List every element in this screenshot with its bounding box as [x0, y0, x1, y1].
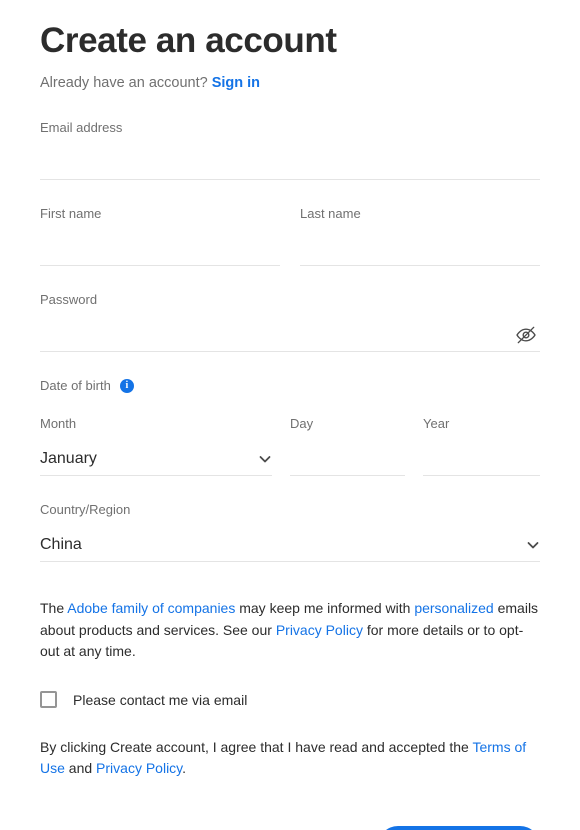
- marketing-text-part1: The: [40, 600, 68, 616]
- form-actions: Create account: [40, 794, 540, 830]
- country-value: China: [40, 536, 82, 553]
- terms-text-part1: By clicking Create account, I agree that…: [40, 738, 473, 755]
- terms-acceptance-text: By clicking Create account, I agree that…: [40, 723, 540, 780]
- contact-email-checkbox-label: Please contact me via email: [73, 691, 248, 708]
- first-name-input[interactable]: [40, 228, 280, 266]
- day-input[interactable]: [290, 438, 405, 476]
- privacy-policy-link-terms[interactable]: Privacy Policy: [96, 760, 182, 776]
- contact-email-checkbox[interactable]: [40, 691, 57, 708]
- chevron-down-icon[interactable]: [526, 538, 540, 552]
- year-input[interactable]: [423, 438, 540, 476]
- signup-form-container: Create an account Already have an accoun…: [40, 0, 540, 830]
- adobe-family-link[interactable]: Adobe family of companies: [67, 600, 235, 616]
- signin-prompt: Already have an account? Sign in: [40, 64, 540, 92]
- month-label: Month: [40, 416, 77, 431]
- first-name-label: First name: [40, 206, 102, 221]
- date-of-birth-label: Date of birth: [40, 378, 111, 393]
- create-account-button[interactable]: Create account: [378, 825, 540, 830]
- year-label: Year: [423, 416, 450, 431]
- personalized-link[interactable]: personalized: [414, 600, 493, 616]
- first-name-field-group: First name: [40, 206, 280, 266]
- email-input[interactable]: [40, 142, 540, 180]
- sign-in-link[interactable]: Sign in: [212, 75, 260, 91]
- terms-text-part3: .: [182, 760, 187, 776]
- country-field-group: Country/Region China: [40, 476, 540, 562]
- eye-slash-icon[interactable]: [514, 323, 538, 347]
- month-field-group: Month January: [40, 416, 272, 476]
- signin-prompt-text: Already have an account?: [40, 75, 208, 91]
- last-name-field-group: Last name: [300, 206, 540, 266]
- date-of-birth-header: Date of birth i: [40, 352, 540, 394]
- email-label: Email address: [40, 120, 123, 135]
- marketing-text-part2: may keep me informed with: [235, 600, 415, 616]
- country-label: Country/Region: [40, 502, 131, 517]
- chevron-down-icon[interactable]: [258, 452, 272, 466]
- marketing-consent-text: The Adobe family of companies may keep m…: [40, 576, 540, 663]
- password-field-group: Password: [40, 266, 540, 352]
- last-name-input[interactable]: [300, 228, 540, 266]
- page-title: Create an account: [40, 21, 337, 60]
- name-fields-row: First name Last name: [40, 180, 540, 266]
- month-select[interactable]: January: [40, 438, 272, 476]
- password-label: Password: [40, 292, 98, 307]
- email-field-group: Email address: [40, 92, 540, 180]
- signup-page: Create an account Already have an accoun…: [0, 0, 580, 830]
- day-label: Day: [290, 416, 314, 431]
- info-circle-icon[interactable]: i: [119, 379, 134, 393]
- contact-email-checkbox-row[interactable]: Please contact me via email: [40, 677, 540, 709]
- last-name-label: Last name: [300, 206, 361, 221]
- day-field-group: Day: [290, 416, 405, 476]
- password-input[interactable]: [40, 314, 540, 352]
- month-value: January: [40, 450, 97, 467]
- privacy-policy-link-marketing[interactable]: Privacy Policy: [276, 622, 363, 638]
- terms-text-part2: and: [64, 760, 97, 776]
- country-select[interactable]: China: [40, 524, 540, 562]
- year-field-group: Year: [423, 416, 540, 476]
- date-of-birth-row: Month January Day Year: [40, 394, 540, 476]
